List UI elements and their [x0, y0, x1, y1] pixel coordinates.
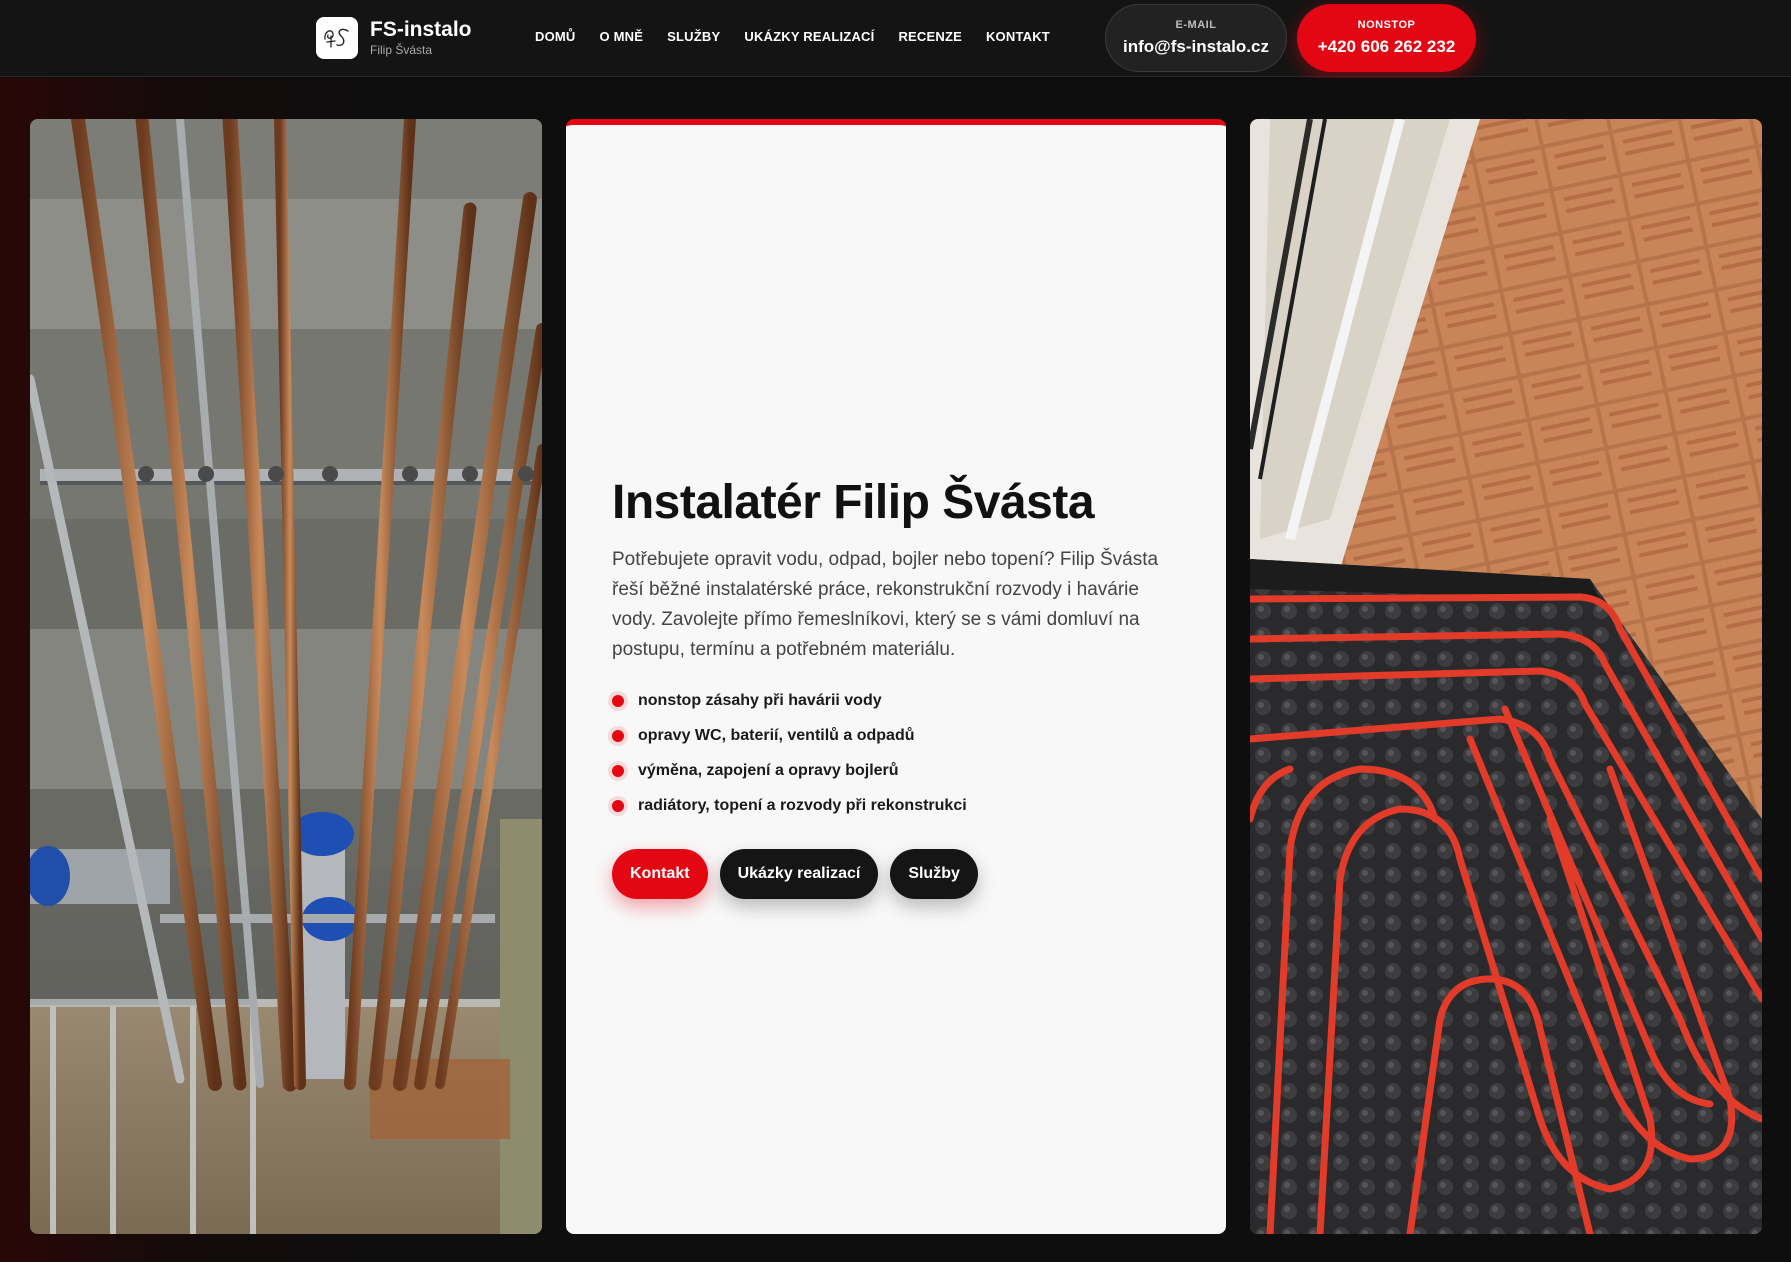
brand-text: FS-instalo Filip Švásta: [370, 17, 472, 58]
main-nav: DOMŮ O MNĚ SLUŽBY UKÁZKY REALIZACÍ RECEN…: [535, 28, 1074, 46]
feature-list: nonstop zásahy při havárii vody opravy W…: [612, 683, 1182, 823]
list-item-label: radiátory, topení a rozvody při rekonstr…: [638, 796, 967, 814]
list-item: radiátory, topení a rozvody při rekonstr…: [612, 788, 1182, 823]
site-header: FS-instalo Filip Švásta DOMŮ O MNĚ SLUŽB…: [0, 0, 1791, 77]
nav-item-reviews[interactable]: RECENZE: [898, 28, 962, 46]
brand-subtitle: Filip Švásta: [370, 42, 433, 57]
fs-monogram-icon: [316, 17, 358, 59]
contact-button[interactable]: Kontakt: [612, 849, 708, 899]
bullet-dot-icon: [612, 764, 624, 777]
hero-card: Instalatér Filip Švásta Potřebujete opra…: [566, 119, 1226, 1234]
nav-item-home[interactable]: DOMŮ: [535, 28, 576, 46]
bullet-dot-icon: [612, 799, 624, 812]
email-caption: E-MAIL: [1175, 19, 1217, 31]
services-button[interactable]: Služby: [890, 849, 978, 899]
photo-underfloor-heating: [1250, 119, 1762, 1234]
phone-pill-button[interactable]: NONSTOP +420 606 262 232: [1297, 4, 1476, 72]
projects-button[interactable]: Ukázky realizací: [719, 849, 879, 899]
nav-item-projects[interactable]: UKÁZKY REALIZACÍ: [744, 28, 874, 46]
list-item: opravy WC, baterií, ventilů a odpadů: [612, 718, 1182, 753]
list-item: výměna, zapojení a opravy bojlerů: [612, 753, 1182, 788]
nav-item-about[interactable]: O MNĚ: [600, 28, 644, 46]
brand-name: FS-instalo: [370, 17, 472, 41]
list-item: nonstop zásahy při havárii vody: [612, 683, 1182, 718]
list-item-label: nonstop zásahy při havárii vody: [638, 691, 882, 709]
photo-copper-pipes: [30, 119, 542, 1234]
nav-item-services[interactable]: SLUŽBY: [667, 28, 720, 46]
phone-caption: NONSTOP: [1357, 19, 1416, 31]
page-title: Instalatér Filip Švásta: [612, 476, 1095, 529]
cta-buttons: Kontakt Ukázky realizací Služby: [612, 849, 1182, 899]
phone-value: +420 606 262 232: [1317, 37, 1456, 56]
brand-logo-link[interactable]: FS-instalo Filip Švásta: [316, 17, 472, 59]
hero-description: Potřebujete opravit vodu, odpad, bojler …: [612, 549, 1159, 660]
hero-content: Instalatér Filip Švásta Potřebujete opra…: [612, 475, 1182, 899]
list-item-label: výměna, zapojení a opravy bojlerů: [638, 761, 899, 779]
nav-item-contact[interactable]: KONTAKT: [986, 28, 1050, 46]
bullet-dot-icon: [612, 729, 624, 742]
bullet-dot-icon: [612, 694, 624, 707]
email-pill-button[interactable]: E-MAIL info@fs-instalo.cz: [1105, 4, 1287, 72]
email-value: info@fs-instalo.cz: [1123, 37, 1269, 56]
list-item-label: opravy WC, baterií, ventilů a odpadů: [638, 726, 915, 744]
